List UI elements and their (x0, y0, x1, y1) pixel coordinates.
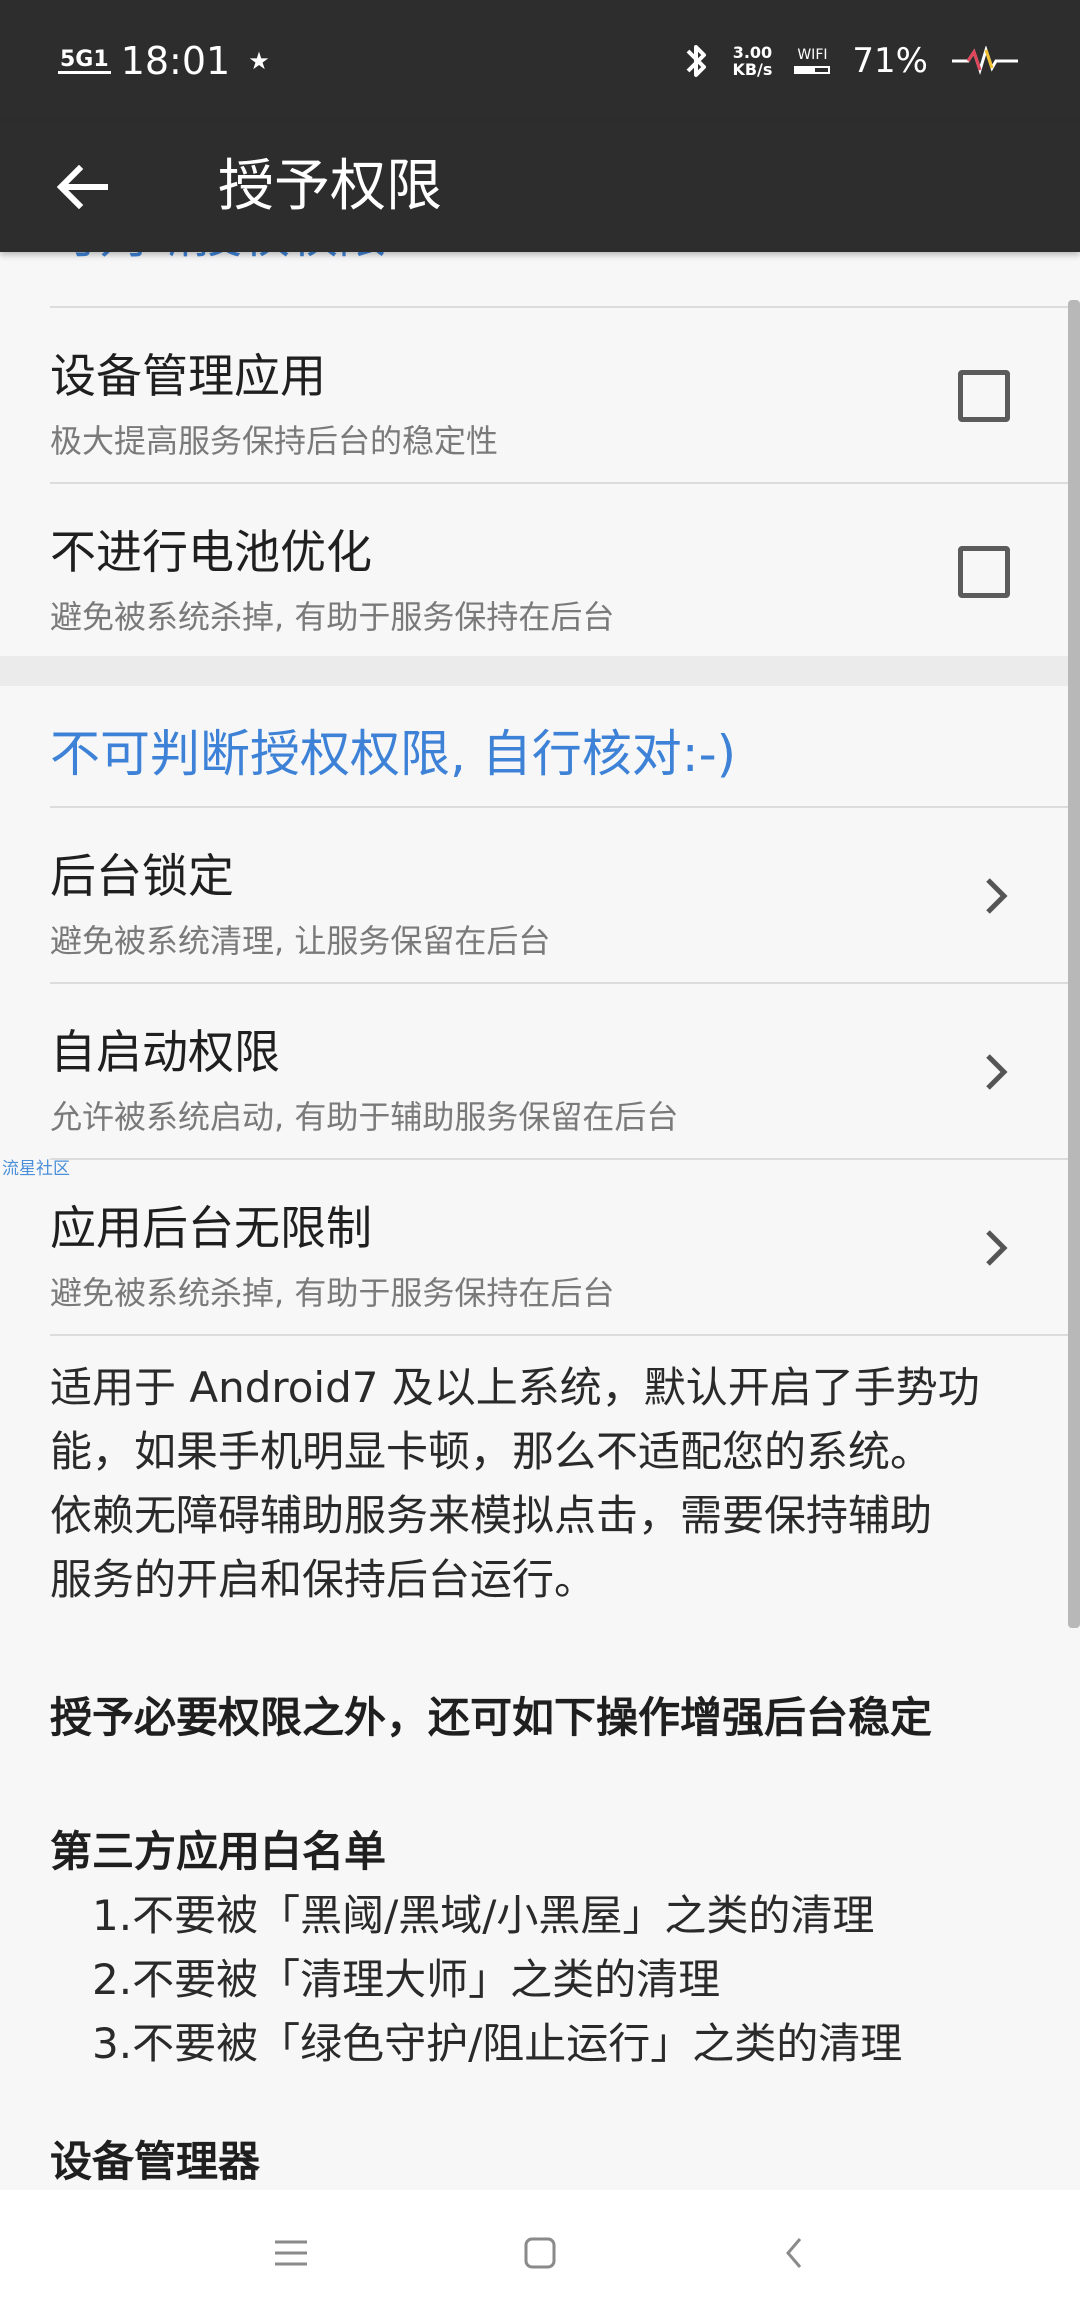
heart-rate-icon (952, 46, 1018, 75)
back-button[interactable] (48, 152, 118, 222)
item-subtitle: 避免被系统杀掉, 有助于服务保持在后台 (50, 1274, 615, 1312)
back-chevron-icon (786, 2238, 802, 2268)
page-title: 授予权限 (218, 154, 442, 219)
item-title: 自启动权限 (50, 1025, 280, 1079)
arrow-left-icon (57, 165, 108, 209)
list-item-unrestricted-background[interactable]: 应用后台无限制 避免被系统杀掉, 有助于服务保持在后台 (0, 1160, 1080, 1334)
whitelist-item: 2.不要被「清理大师」之类的清理 (92, 1955, 721, 2004)
battery-optimization-checkbox[interactable] (958, 546, 1010, 598)
item-title: 设备管理应用 (50, 349, 326, 403)
list-item-autostart[interactable]: 自启动权限 允许被系统启动, 有助于辅助服务保留在后台 (0, 984, 1080, 1158)
section-header-determinable: 可判断授权权限 (50, 252, 386, 276)
list-item-background-lock[interactable]: 后台锁定 避免被系统清理, 让服务保留在后台 (0, 808, 1080, 982)
description-line: 依赖无障碍辅助服务来模拟点击，需要保持辅助 (50, 1491, 933, 1540)
divider (50, 1334, 1080, 1336)
bluetooth-icon (687, 45, 707, 77)
section-header-undeterminable: 不可判断授权权限, 自行核对:-) (50, 725, 737, 783)
item-subtitle: 避免被系统清理, 让服务保留在后台 (50, 922, 551, 960)
home-button[interactable] (510, 2223, 570, 2283)
scrollbar[interactable] (1068, 300, 1080, 1628)
item-title: 应用后台无限制 (50, 1201, 372, 1255)
item-title: 后台锁定 (50, 849, 234, 903)
list-item-device-admin[interactable]: 设备管理应用 极大提高服务保持后台的稳定性 (0, 308, 1080, 482)
chevron-right-icon (986, 1230, 1008, 1266)
device-admin-checkbox[interactable] (958, 370, 1010, 422)
chevron-right-icon (986, 1054, 1008, 1090)
chevron-right-icon (986, 878, 1008, 914)
network-speed: 3.00 KB/s (732, 44, 772, 78)
extra-stability-heading: 授予必要权限之外，还可如下操作增强后台稳定 (50, 1693, 933, 1742)
status-time: 18:01 (120, 39, 231, 83)
item-subtitle: 避免被系统杀掉, 有助于服务保持在后台 (50, 598, 615, 636)
status-left: 5G1 18:01 ★ (58, 36, 270, 86)
wifi-signal-icon (794, 66, 831, 74)
section-separator (0, 656, 1080, 686)
whitelist-item: 3.不要被「绿色守护/阻止运行」之类的清理 (92, 2019, 903, 2068)
description-line: 适用于 Android7 及以上系统，默认开启了手势功 (50, 1363, 980, 1412)
item-title: 不进行电池优化 (50, 525, 372, 579)
menu-icon (275, 2240, 307, 2266)
network-badge: 5G1 (58, 46, 111, 74)
speed-unit: KB/s (732, 60, 773, 79)
item-subtitle: 允许被系统启动, 有助于辅助服务保留在后台 (50, 1098, 679, 1136)
description-line: 服务的开启和保持后台运行。 (50, 1555, 597, 1604)
speed-value: 3.00 (732, 43, 773, 62)
status-bar: 5G1 18:01 ★ 3.00 KB/s WIFI 71% (0, 0, 1080, 122)
menu-button[interactable] (261, 2223, 321, 2283)
home-square-icon (524, 2237, 556, 2269)
nav-back-button[interactable] (764, 2223, 824, 2283)
navigation-bar (0, 2190, 1080, 2316)
item-subtitle: 极大提高服务保持后台的稳定性 (50, 422, 499, 460)
description-text: 适用于 Android7 及以上系统，默认开启了手势功 能，如果手机明显卡顿，那… (50, 1356, 1040, 1612)
description-line: 能，如果手机明显卡顿，那么不适配您的系统。 (50, 1427, 933, 1476)
whitelist-item: 1.不要被「黑阈/黑域/小黑屋」之类的清理 (92, 1891, 875, 1940)
device-admin-heading: 设备管理器 (50, 2137, 261, 2186)
wifi-label: WIFI (797, 47, 828, 63)
app-bar: 授予权限 (0, 122, 1080, 252)
permissions-list[interactable]: 可判断授权权限 设备管理应用 极大提高服务保持后台的稳定性 不进行电池优化 避免… (0, 252, 1080, 2190)
status-right: 3.00 KB/s WIFI 71% (682, 34, 1020, 88)
battery-percentage: 71% (852, 41, 928, 81)
whitelist-heading: 第三方应用白名单 (50, 1827, 387, 1876)
list-item-battery-optimization[interactable]: 不进行电池优化 避免被系统杀掉, 有助于服务保持在后台 (0, 484, 1080, 658)
star-icon: ★ (248, 47, 270, 75)
wifi-indicator: WIFI (794, 47, 831, 74)
